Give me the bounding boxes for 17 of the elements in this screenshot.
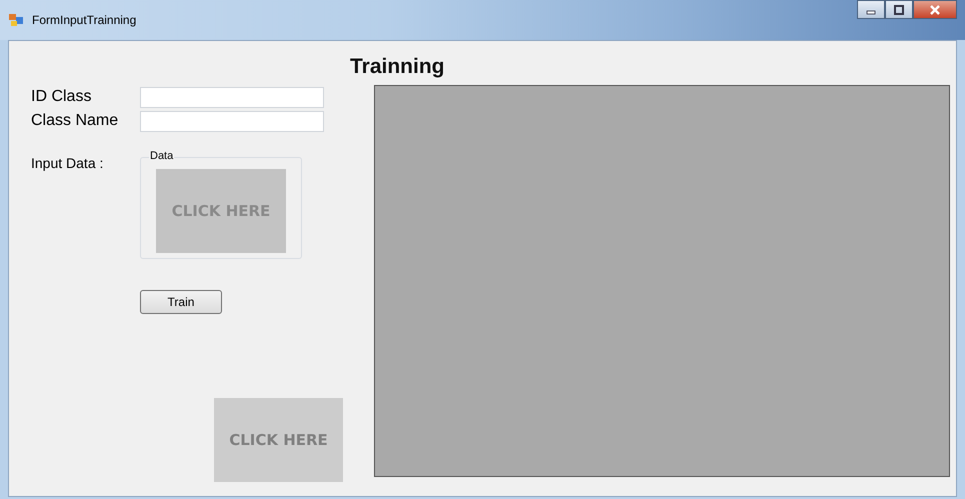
image-button[interactable]: CLICK HERE	[156, 169, 286, 253]
maximize-button[interactable]	[885, 0, 913, 19]
input-field[interactable]	[140, 110, 324, 132]
image-button[interactable]: CLICK HERE	[214, 398, 343, 482]
input-data-label: Input Data :	[31, 154, 104, 173]
form-icon	[8, 12, 24, 28]
close-icon	[929, 4, 941, 14]
input-field[interactable]	[140, 86, 324, 108]
field-label: ID Class	[31, 88, 92, 106]
maximize-icon	[893, 4, 905, 14]
group-title: Data	[149, 150, 174, 162]
train-button[interactable]: Train	[140, 290, 222, 314]
minimize-button[interactable]	[857, 0, 885, 19]
field-label: Class Name	[31, 112, 120, 130]
close-button[interactable]	[913, 0, 957, 19]
window-title: FormInputTrainning	[32, 13, 136, 27]
form-heading: Trainning	[350, 55, 444, 78]
